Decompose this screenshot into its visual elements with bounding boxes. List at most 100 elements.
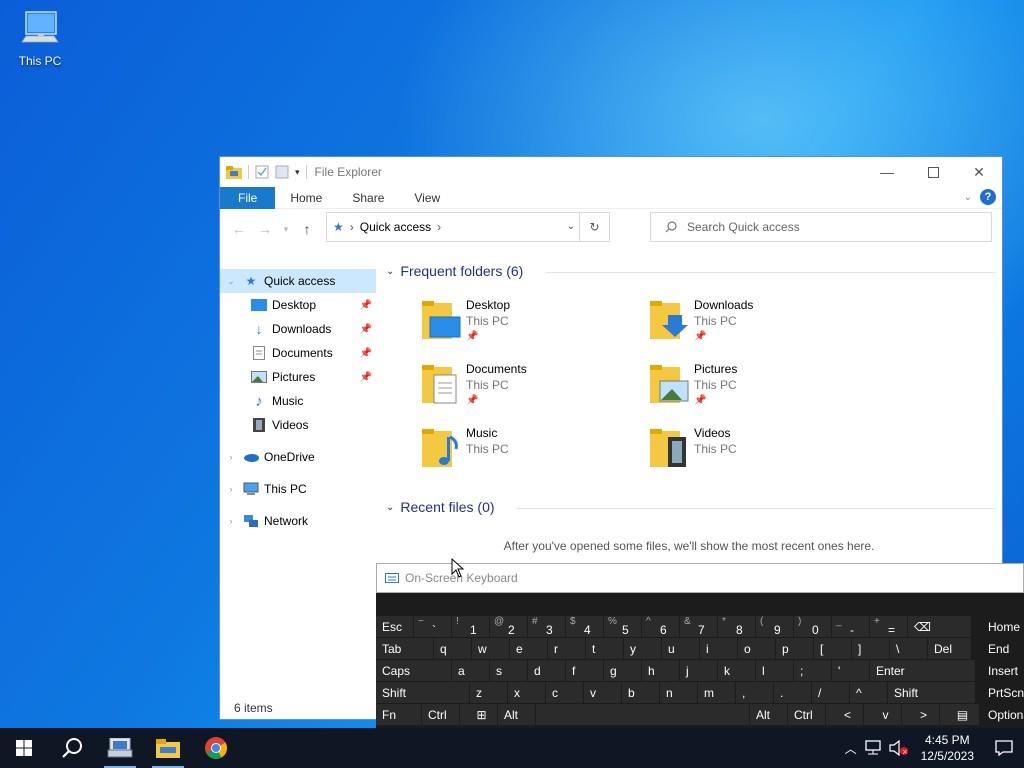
address-location[interactable]: Quick access [360,220,431,234]
osk-key-x[interactable]: x [508,682,546,704]
osk-key-4[interactable]: $4 [566,616,604,638]
osk-key-j[interactable]: j [680,660,718,682]
clock[interactable]: 4:45 PM 12/5/2023 [921,732,974,764]
osk-key-=[interactable]: + = [870,616,908,638]
osk-key-Esc[interactable]: Esc [376,616,414,638]
osk-key-q[interactable]: q [434,638,472,660]
show-hidden-icons-chevron-icon[interactable]: ︿ [845,740,857,757]
osk-key-m[interactable]: m [698,682,736,704]
osk-key-'[interactable]: ' [832,660,870,682]
osk-key-n[interactable]: n [660,682,698,704]
folder-tile-documents[interactable]: Documents This PC 📌 [420,361,640,417]
taskbar-chrome-button[interactable] [192,728,240,768]
osk-key-,[interactable]: , [736,682,774,704]
nav-music[interactable]: ♪ Music [220,389,376,413]
osk-key-⌫[interactable]: ⌫ [908,616,972,638]
osk-key-fn[interactable]: Fn [376,704,422,726]
osk-key-3[interactable]: #3 [528,616,566,638]
osk-key-d[interactable]: d [528,660,566,682]
osk-key-space[interactable] [536,704,750,726]
refresh-button[interactable]: ↻ [579,213,609,241]
nav-quick-access[interactable]: ⌄ ★ Quick access [220,269,376,293]
tab-home[interactable]: Home [275,187,337,209]
nav-this-pc[interactable]: › This PC [220,477,376,501]
osk-key-tab[interactable]: Tab [376,638,434,660]
osk-key-^[interactable]: ^ [850,682,888,704]
folder-tile-music[interactable]: Music This PC [420,425,640,481]
frequent-folders-header[interactable]: ⌄ Frequent folders (6) [386,263,996,279]
osk-key-p[interactable]: p [776,638,814,660]
folder-tile-desktop[interactable]: Desktop This PC 📌 [420,297,640,353]
taskbar-file-explorer-button[interactable] [144,728,192,768]
address-bar[interactable]: ★ › Quick access › ⌄ ↻ [326,212,610,242]
osk-key-][interactable]: ] [852,638,890,660]
osk-key-i[interactable]: i [700,638,738,660]
osk-key-▤[interactable]: ▤ [940,704,980,726]
tab-view[interactable]: View [399,187,455,209]
osk-key-⊞[interactable]: ⊞ [460,704,498,726]
osk-key-c[interactable]: c [546,682,584,704]
osk-key--[interactable]: _ - [832,616,870,638]
osk-key-[[interactable]: [ [814,638,852,660]
osk-key-t[interactable]: t [586,638,624,660]
tab-file[interactable]: File [220,186,276,209]
nav-onedrive[interactable]: › OneDrive [220,445,376,469]
taskbar-osk-button[interactable] [96,728,144,768]
osk-key-0[interactable]: ) 0 [794,616,832,638]
osk-key-z[interactable]: z [470,682,508,704]
collapsed-chevron-icon[interactable]: › [220,484,242,494]
osk-key-8[interactable]: * 8 [718,616,756,638]
back-button[interactable]: ← [226,221,252,237]
osk-key-s[interactable]: s [490,660,528,682]
osk-key-shift[interactable]: Shift [376,682,470,704]
nav-network[interactable]: › Network [220,509,376,533]
start-button[interactable] [0,728,48,768]
action-center-button[interactable] [984,728,1024,768]
osk-key-<[interactable]: < [826,704,864,726]
osk-key-l[interactable]: l [756,660,794,682]
osk-key-\[interactable]: \ [890,638,928,660]
osk-key-prtscn[interactable]: PrtScn [984,682,1024,704]
osk-key-w[interactable]: w [472,638,510,660]
osk-key-h[interactable]: h [642,660,680,682]
expanded-chevron-icon[interactable]: ⌄ [220,276,242,287]
minimize-button[interactable]: — [864,157,910,187]
osk-key-.[interactable]: . [774,682,812,704]
osk-key-insert[interactable]: Insert [984,660,1024,682]
nav-desktop[interactable]: Desktop 📌 [220,293,376,317]
new-folder-icon[interactable] [275,165,289,179]
forward-button[interactable]: → [252,221,278,237]
osk-key-v[interactable]: v [584,682,622,704]
osk-key-v[interactable]: v [864,704,902,726]
nav-pictures[interactable]: Pictures 📌 [220,365,376,389]
osk-key-alt[interactable]: Alt [498,704,536,726]
search-box[interactable]: Search Quick access [650,212,992,242]
osk-key-6[interactable]: ^ 6 [642,616,680,638]
nav-videos[interactable]: Videos [220,413,376,437]
osk-key-end[interactable]: End [984,638,1024,660]
help-icon[interactable]: ? [980,189,996,205]
osk-key-1[interactable]: ! 1 [452,616,490,638]
osk-key-options[interactable]: Options [984,704,1024,726]
osk-key-7[interactable]: & 7 [680,616,718,638]
collapsed-chevron-icon[interactable]: › [220,516,242,526]
maximize-button[interactable] [910,157,956,187]
folder-tile-downloads[interactable]: Downloads This PC 📌 [648,297,868,353]
osk-key-a[interactable]: a [452,660,490,682]
this-pc-desktop-icon[interactable]: This PC [12,8,68,68]
osk-key-ctrl[interactable]: Ctrl [422,704,460,726]
folder-tile-pictures[interactable]: Pictures This PC 📌 [648,361,868,417]
tab-share[interactable]: Share [337,187,399,209]
folder-tile-videos[interactable]: Videos This PC [648,425,868,481]
osk-key-shift[interactable]: Shift [888,682,976,704]
osk-key-;[interactable]: ; [794,660,832,682]
osk-key-b[interactable]: b [622,682,660,704]
nav-documents[interactable]: Documents 📌 [220,341,376,365]
osk-key-y[interactable]: y [624,638,662,660]
collapsed-chevron-icon[interactable]: › [220,452,242,462]
osk-key-enter[interactable]: Enter [870,660,976,682]
osk-key-del[interactable]: Del [928,638,972,660]
expand-ribbon-chevron-icon[interactable]: ⌄ [964,192,972,203]
osk-key-`[interactable]: ~ ` [414,616,452,638]
breadcrumb-chevron-icon[interactable]: › [437,220,441,234]
